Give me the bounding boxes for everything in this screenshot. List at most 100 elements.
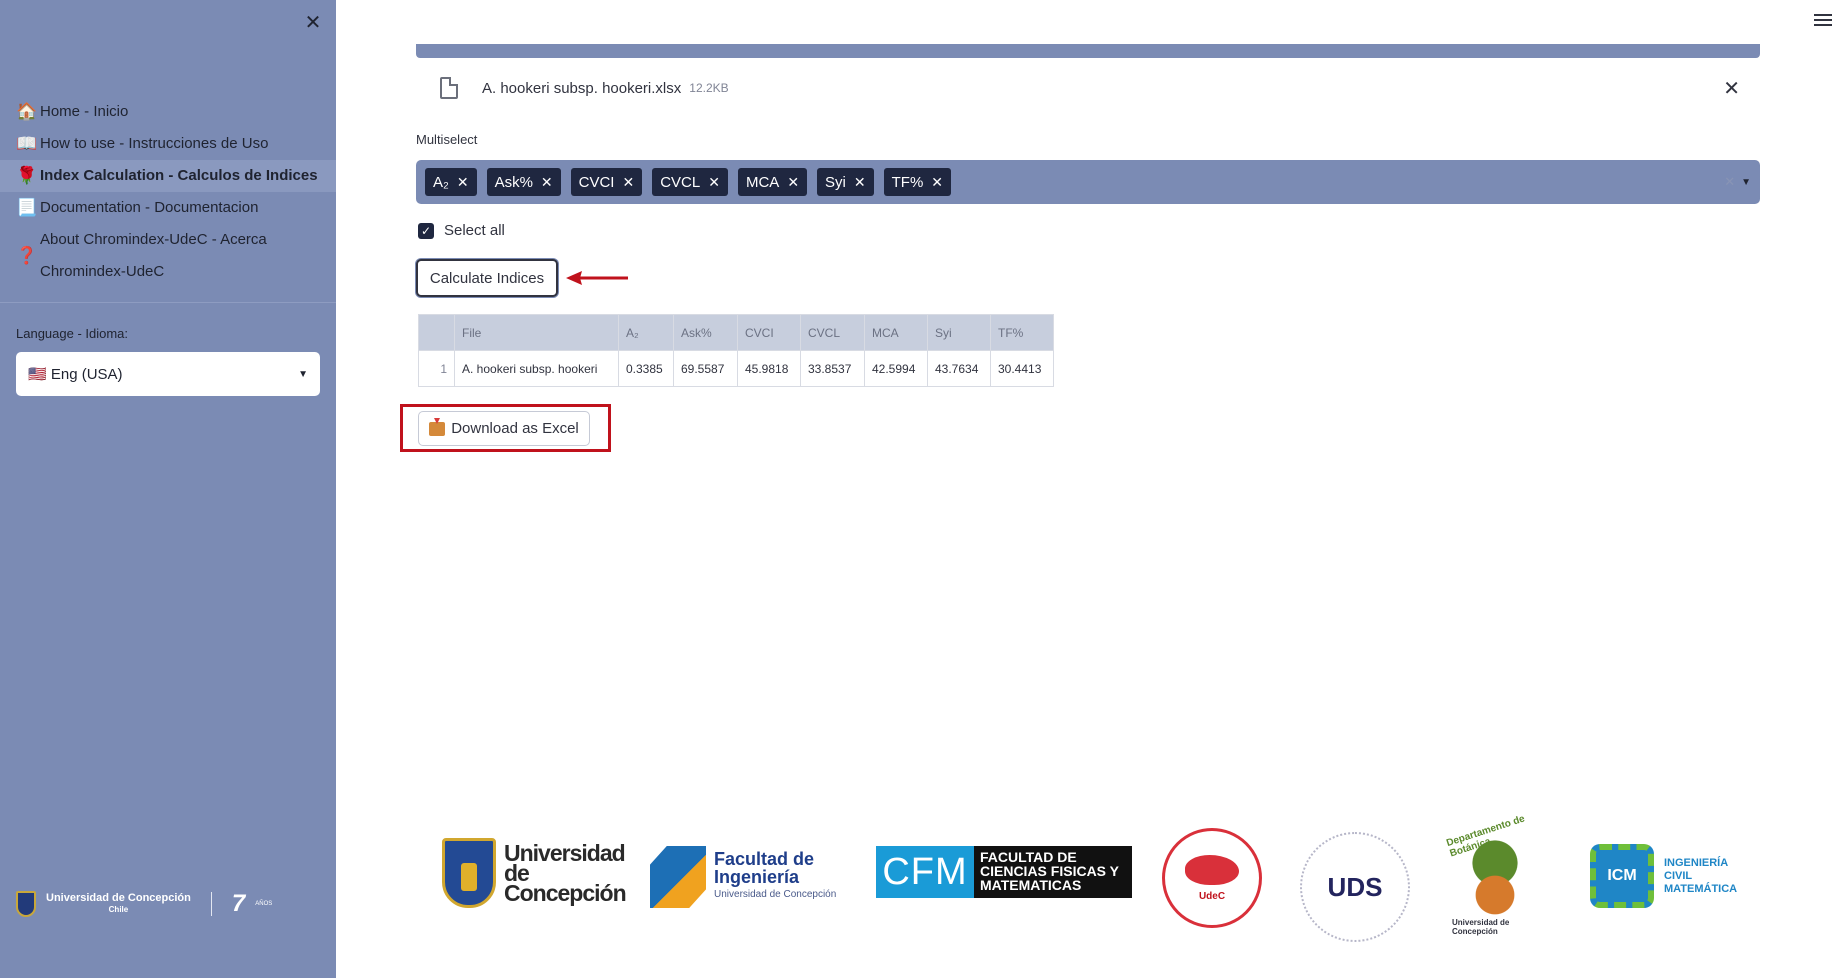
table-cell[interactable]: 45.9818 [737,350,801,387]
column-header[interactable]: A₂ [618,314,674,351]
udec-logo-text: Universidad de Concepción [504,840,627,906]
column-header[interactable]: Syi [927,314,991,351]
book-icon: 📖 [16,134,38,153]
download-excel-button[interactable]: Download as Excel [418,411,590,446]
table-cell[interactable]: 42.5994 [864,350,928,387]
cfm-logo: CFM FACULTAD DE CIENCIAS FISICAS Y MATEM… [876,846,1132,898]
cfm-mark: CFM [876,846,974,898]
fi-mark-icon [650,846,706,908]
column-header[interactable]: CVCL [800,314,865,351]
remove-tag-icon[interactable]: ✕ [787,174,799,191]
table-cell[interactable]: 30.4413 [990,350,1054,387]
column-header[interactable]: File [454,314,619,351]
uploaded-file: A. hookeri subsp. hookeri.xlsx 12.2KB ✕ [440,76,1740,100]
language-value: 🇺🇸 Eng (USA) [28,366,123,383]
udec-logo: Universidad de Concepción [442,838,634,908]
language-select[interactable]: 🇺🇸 Eng (USA) ▼ [16,352,320,396]
remove-tag-icon[interactable]: ✕ [457,174,469,191]
file-size: 12.2KB [689,81,729,95]
tag-tf: TF% ✕ [883,168,952,196]
select-all-label: Select all [444,222,505,239]
remove-file-icon[interactable]: ✕ [1723,76,1740,101]
remove-tag-icon[interactable]: ✕ [541,174,553,191]
chevron-down-icon: ▼ [298,368,308,380]
ciencias-naturales-logo: UdeC [1162,828,1262,928]
remove-tag-icon[interactable]: ✕ [854,174,866,191]
tag-label: Syi [825,173,846,191]
tag-label: CVCL [660,173,701,191]
tag-label: CVCI [578,173,615,191]
tag-label: Ask% [494,173,533,191]
remove-tag-icon[interactable]: ✕ [622,174,634,191]
icm-logo: ICM INGENIERÍA CIVIL MATEMÁTICA [1590,844,1744,908]
house-icon: 🏠 [16,102,38,121]
page-icon: 📃 [16,198,38,217]
clear-all-icon[interactable]: ✕ [1724,174,1735,190]
question-icon: ❓ [16,246,38,265]
botanica-bottom-text: Universidad de Concepción [1452,918,1510,936]
chevron-down-icon[interactable]: ▼ [1741,177,1751,188]
table-header-row: File A₂ Ask% CVCI CVCL MCA Syi TF% [418,314,1054,351]
tag-cvci: CVCI ✕ [570,168,643,196]
sidebar-item-label: How to use - Instrucciones de Uso [40,135,269,152]
remove-tag-icon[interactable]: ✕ [931,174,943,191]
sidebar: ✕ 🏠 Home - Inicio 📖 How to use - Instruc… [0,0,336,978]
nat-inner: UdeC [1185,854,1239,902]
tag-label: TF% [891,173,924,191]
select-all-checkbox[interactable]: ✓ Select all [418,222,505,239]
download-label: Download as Excel [451,420,579,437]
multiselect-label: Multiselect [416,132,478,147]
sidebar-item-label: Home - Inicio [40,103,129,120]
facultad-ingenieria-logo: Facultad de Ingeniería Universidad de Co… [650,846,854,908]
calculate-indices-button[interactable]: Calculate Indices [416,259,558,297]
table-cell[interactable]: 43.7634 [927,350,991,387]
sidebar-item-label: Index Calculation - Calculos de Indices [40,167,318,184]
column-header[interactable]: CVCI [737,314,801,351]
multiselect-controls: ✕ ▼ [1724,174,1751,190]
rose-icon: 🌹 [16,166,38,185]
language-label: Language - Idioma: [16,326,129,341]
fi-title: Facultad de Ingeniería [714,849,815,887]
fi-subtitle: Universidad de Concepción [714,889,837,900]
tag-mca: MCA ✕ [737,168,808,196]
sidebar-item-about[interactable]: ❓ About Chromindex-UdeC - Acerca Chromin… [0,224,336,288]
hamburger-menu-icon[interactable] [1814,14,1832,28]
column-header[interactable]: TF% [990,314,1054,351]
checkmark-icon: ✓ [418,222,434,239]
close-icon[interactable]: ✕ [302,12,324,34]
fish-icon [1185,854,1239,885]
table-cell[interactable]: A. hookeri subsp. hookeri [454,350,619,387]
tag-ask: Ask% ✕ [486,168,561,196]
tag-label: MCA [745,173,780,191]
sidebar-item-how-to-use[interactable]: 📖 How to use - Instrucciones de Uso [0,128,336,160]
column-header[interactable]: Ask% [673,314,738,351]
udec-country: Chile [108,905,129,914]
table-cell[interactable]: 69.5587 [673,350,738,387]
multiselect[interactable]: A₂ ✕ Ask% ✕ CVCI ✕ CVCL ✕ MCA ✕ Syi ✕ TF% ✕ ✕ ▼ [416,160,1760,204]
sidebar-item-home[interactable]: 🏠 Home - Inicio [0,96,336,128]
remove-tag-icon[interactable]: ✕ [708,174,720,191]
file-uploader-bar[interactable] [416,44,1760,58]
column-header[interactable] [418,314,455,351]
file-icon [440,77,458,99]
tag-label: A₂ [433,173,449,191]
sidebar-item-label: About Chromindex-UdeC - Acerca Chrominde… [40,231,267,280]
sidebar-item-index-calculation[interactable]: 🌹 Index Calculation - Calculos de Indice… [0,160,336,192]
table-cell[interactable]: 0.3385 [618,350,674,387]
table-cell[interactable]: 33.8537 [800,350,865,387]
uds-logo: UDS [1300,832,1410,942]
icm-text: INGENIERÍA CIVIL MATEMÁTICA [1664,856,1738,895]
sidebar-item-documentation[interactable]: 📃 Documentation - Documentacion [0,192,336,224]
file-name: A. hookeri subsp. hookeri.xlsx [482,79,682,97]
footer-divider [210,892,212,916]
udec-footer-name: Universidad de Concepción Chile [46,893,191,915]
icm-gear-icon: ICM [1590,844,1654,908]
red-arrow-icon [566,271,628,285]
results-table: File A₂ Ask% CVCI CVCL MCA Syi TF% 1 A. … [418,314,1054,387]
anniversary-label: AÑOS [255,900,273,907]
udec-name: Universidad de Concepción [46,892,191,904]
anniversary-number: 7 [231,890,246,917]
column-header[interactable]: MCA [864,314,928,351]
table-cell[interactable]: 1 [418,350,455,387]
sidebar-item-label: Documentation - Documentacion [40,199,259,216]
